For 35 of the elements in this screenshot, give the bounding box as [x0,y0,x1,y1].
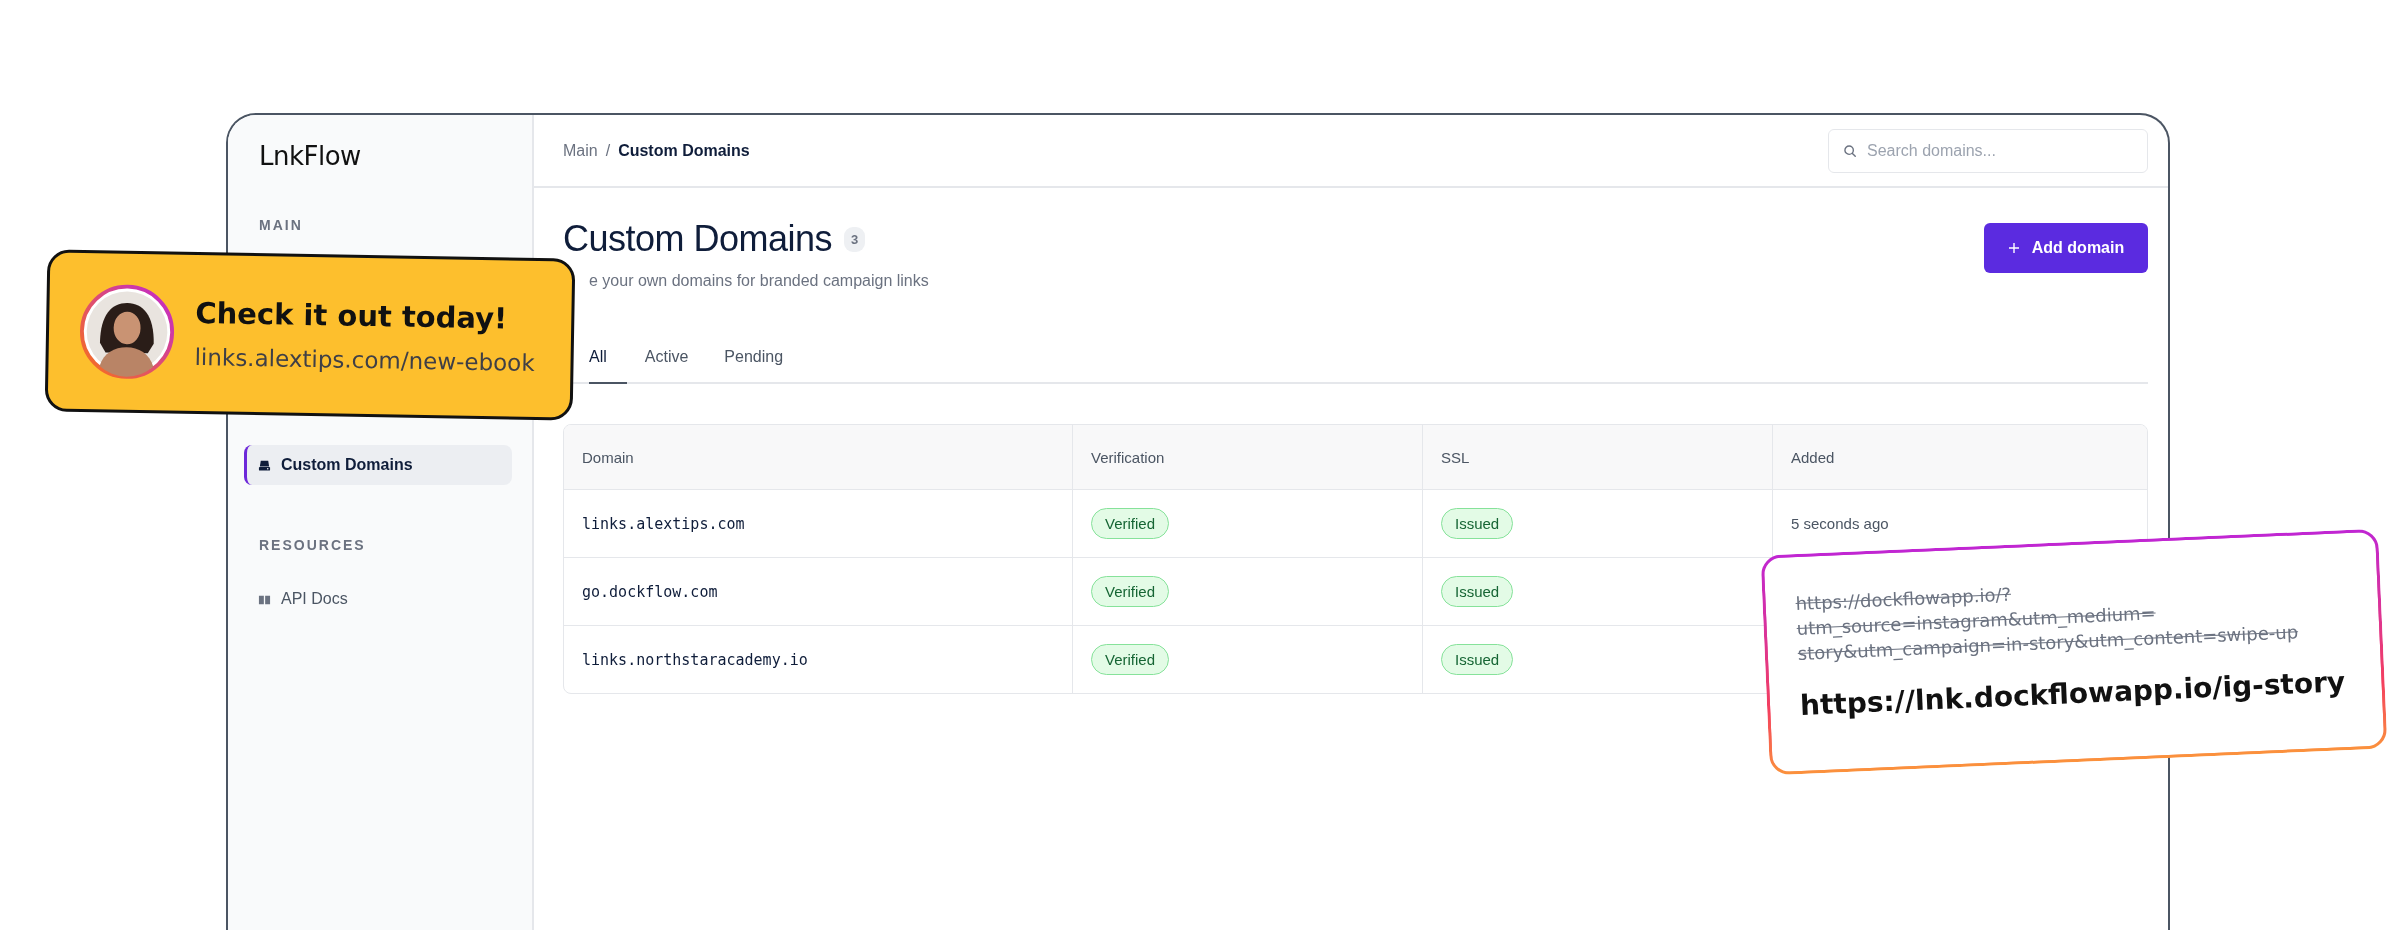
breadcrumb-separator: / [605,141,611,160]
promo-title: Check it out today! [195,296,509,336]
count-badge: 3 [844,226,866,252]
tab[interactable]: Pending [706,338,802,384]
drive-icon [258,458,271,472]
status-pill: Verified [1091,576,1170,607]
page-title: Custom Domains [563,218,833,260]
breadcrumb-item: Custom Domains [618,141,750,160]
logo: LnkFlow [258,141,362,171]
domain-name: links.alextips.com [582,514,745,533]
search-icon [1843,143,1857,158]
status-pill: Issued [1441,644,1514,675]
short-url: https://lnk.dockflowapp.io/ig-story [1799,664,2347,722]
domain-name: links.northstaracademy.io [582,650,808,669]
column-header: Domain [581,447,635,468]
status-pill: Verified [1091,508,1170,539]
plus-icon [2007,242,2020,254]
domain-name: go.dockflow.com [582,582,718,601]
added-time: 5 seconds ago [1791,515,1889,532]
column-header: Verification [1072,425,1422,489]
sidebar-item[interactable]: Custom Domains [244,445,512,485]
column-header: Added [1772,425,2147,489]
status-pill: Issued [1441,508,1514,539]
status-pill: Verified [1091,644,1170,675]
tab[interactable]: Active [626,338,707,384]
breadcrumb-item[interactable]: Main [563,141,598,160]
column-header: SSL [1422,425,1772,489]
search-field[interactable]: Search domains... [1828,128,2148,173]
sidebar-item[interactable]: API Docs [244,579,512,619]
page-subtitle: e your own domains for branded campaign links [589,272,929,290]
section-heading: RESOURCES [258,537,367,553]
section-heading: MAIN [258,217,304,233]
tab[interactable]: All [589,338,627,384]
status-pill: Issued [1441,576,1514,607]
add-domain-button[interactable]: Add domain [1984,223,2148,273]
